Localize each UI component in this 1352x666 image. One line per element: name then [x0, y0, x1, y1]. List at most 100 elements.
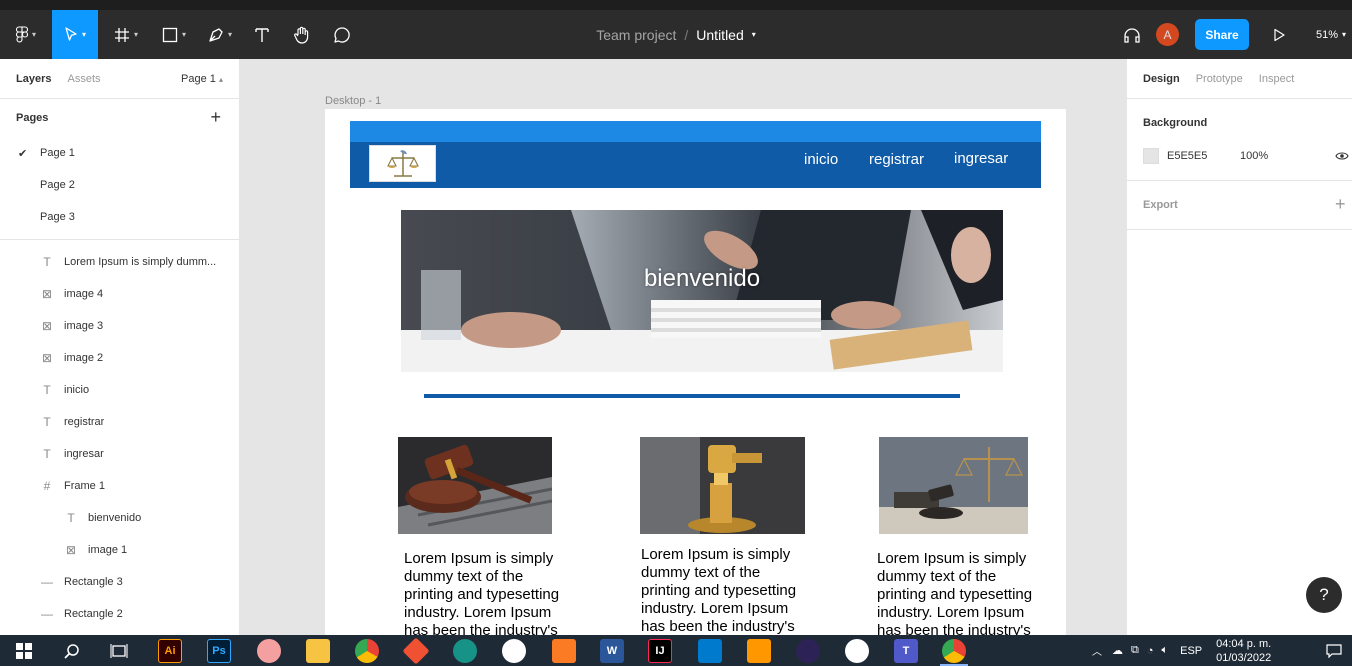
divider — [1127, 180, 1352, 181]
layer-item[interactable]: — Rectangle 3 — [0, 566, 239, 598]
search-icon[interactable] — [60, 639, 84, 663]
sublime-icon[interactable] — [747, 639, 771, 663]
paint-icon[interactable] — [257, 639, 281, 663]
hero-title[interactable]: bienvenido — [401, 265, 1003, 293]
layer-item[interactable]: ⊠ image 3 — [0, 310, 239, 342]
frame-tool-button[interactable]: ▾ — [106, 10, 146, 59]
hero-image[interactable]: bienvenido — [401, 210, 1003, 372]
tab-assets[interactable]: Assets — [67, 73, 100, 85]
layer-item[interactable]: Tbienvenido — [0, 502, 239, 534]
file-explorer-icon[interactable] — [306, 639, 330, 663]
xampp-icon[interactable] — [552, 639, 576, 663]
add-export-icon[interactable]: + — [1335, 194, 1346, 215]
background-hex[interactable]: E5E5E5 — [1167, 150, 1207, 162]
background-fill-row[interactable]: E5E5E5 100% — [1143, 148, 1349, 164]
background-opacity[interactable]: 100% — [1240, 150, 1268, 162]
layer-item[interactable]: # Frame 1 — [0, 470, 239, 502]
file-name[interactable]: Untitled — [696, 27, 743, 43]
layer-item[interactable]: Tinicio — [0, 374, 239, 406]
chevron-down-icon: ▾ — [81, 30, 86, 39]
chevron-down-icon: ▾ — [181, 30, 186, 39]
illustrator-icon[interactable]: Ai — [158, 639, 182, 663]
windows-icon[interactable] — [12, 639, 36, 663]
github-icon[interactable] — [502, 639, 526, 663]
move-tool-button[interactable]: ▾ — [52, 10, 98, 59]
avatar[interactable]: A — [1156, 23, 1179, 46]
word-icon[interactable]: W — [600, 639, 624, 663]
main-menu-button[interactable]: ▾ — [6, 10, 46, 59]
chevron-up-icon: ▴ — [218, 74, 223, 84]
present-button[interactable] — [1268, 10, 1290, 59]
pen-tool-button[interactable]: ▾ — [200, 10, 240, 59]
layer-item[interactable]: Tingresar — [0, 438, 239, 470]
layer-item[interactable]: T Lorem Ipsum is simply dumm... — [0, 246, 239, 278]
task-view-icon[interactable] — [107, 639, 131, 663]
layer-item[interactable]: ⊠ image 4 — [0, 278, 239, 310]
vscode-icon[interactable] — [698, 639, 722, 663]
text-icon: T — [43, 383, 51, 397]
cloud-icon[interactable]: ☁ — [1112, 644, 1123, 657]
chevron-down-icon: ▾ — [227, 30, 232, 39]
chrome-icon[interactable] — [355, 639, 379, 663]
logo[interactable] — [369, 145, 436, 182]
text-tool-button[interactable] — [248, 10, 276, 59]
layer-item[interactable]: Tregistrar — [0, 406, 239, 438]
audio-button[interactable] — [1120, 10, 1144, 59]
add-page-icon[interactable]: + — [210, 108, 221, 126]
eye-icon[interactable] — [1335, 151, 1349, 161]
color-swatch[interactable] — [1143, 148, 1159, 164]
eclipse-icon[interactable] — [796, 639, 820, 663]
wifi-icon[interactable]: ◔ — [1147, 645, 1154, 657]
tab-prototype[interactable]: Prototype — [1196, 73, 1243, 85]
teams-icon[interactable]: T — [894, 639, 918, 663]
tab-inspect[interactable]: Inspect — [1259, 73, 1294, 85]
emoji-icon[interactable] — [845, 639, 869, 663]
nav-link-ingresar[interactable]: ingresar — [954, 150, 1008, 167]
page-item[interactable]: Page 3 — [0, 201, 239, 233]
checkmark-icon: ✔ — [18, 147, 28, 160]
card-text[interactable]: Lorem Ipsum is simply dummy text of the … — [404, 550, 574, 635]
chevron-down-icon[interactable]: ▾ — [752, 30, 756, 39]
notification-icon[interactable] — [1322, 639, 1346, 663]
comment-tool-button[interactable] — [328, 10, 356, 59]
page-item[interactable]: Page 2 — [0, 169, 239, 201]
chevron-up-icon[interactable]: ︿ — [1092, 643, 1102, 658]
project-name[interactable]: Team project — [596, 27, 676, 43]
card-image[interactable] — [640, 437, 805, 534]
nav-link-inicio[interactable]: inicio — [804, 151, 838, 168]
rectangle-icon — [162, 27, 178, 42]
card-text[interactable]: Lorem Ipsum is simply dummy text of the … — [877, 550, 1047, 635]
shape-tool-button[interactable]: ▾ — [154, 10, 194, 59]
desktop-frame[interactable]: inicio registrar ingresar bienvenido Lor… — [325, 109, 1066, 635]
card-image[interactable] — [398, 437, 552, 534]
page-selector[interactable]: Page 1 ▴ — [181, 73, 223, 85]
volume-icon[interactable]: 🔈︎ — [1162, 644, 1169, 657]
canvas[interactable]: Desktop - 1 inicio registrar ingresar bi… — [240, 59, 1126, 635]
nav-link-registrar[interactable]: registrar — [869, 151, 924, 168]
left-panel-tabs: Layers Assets Page 1 ▴ — [0, 59, 239, 99]
hand-tool-button[interactable] — [288, 10, 316, 59]
tab-layers[interactable]: Layers — [16, 73, 51, 85]
zoom-control[interactable]: 51% ▾ — [1316, 10, 1346, 59]
layer-item[interactable]: ⊠ image 2 — [0, 342, 239, 374]
navbar[interactable]: inicio registrar ingresar — [350, 121, 1041, 188]
git-icon[interactable] — [402, 637, 430, 665]
gitkraken-icon[interactable] — [453, 639, 477, 663]
photoshop-icon[interactable]: Ps — [207, 639, 231, 663]
layer-item[interactable]: ⊠ image 1 — [0, 534, 239, 566]
section-divider[interactable] — [424, 394, 960, 398]
cursor-icon — [65, 26, 77, 41]
tab-design[interactable]: Design — [1143, 73, 1180, 85]
help-button[interactable]: ? — [1306, 577, 1342, 613]
card-text[interactable]: Lorem Ipsum is simply dummy text of the … — [641, 546, 811, 635]
network-icon[interactable]: ⧉ — [1131, 644, 1139, 657]
share-button[interactable]: Share — [1195, 19, 1249, 50]
page-item[interactable]: ✔ Page 1 — [0, 137, 239, 169]
clock[interactable]: 04:04 p. m. 01/03/2022 — [1216, 637, 1271, 665]
intellij-icon[interactable]: IJ — [648, 639, 672, 663]
frame-label[interactable]: Desktop - 1 — [325, 95, 381, 107]
card-image[interactable] — [879, 437, 1028, 534]
language-indicator[interactable]: ESP — [1180, 645, 1202, 657]
chrome-profile-icon[interactable] — [942, 639, 966, 663]
layer-item[interactable]: — Rectangle 2 — [0, 598, 239, 630]
